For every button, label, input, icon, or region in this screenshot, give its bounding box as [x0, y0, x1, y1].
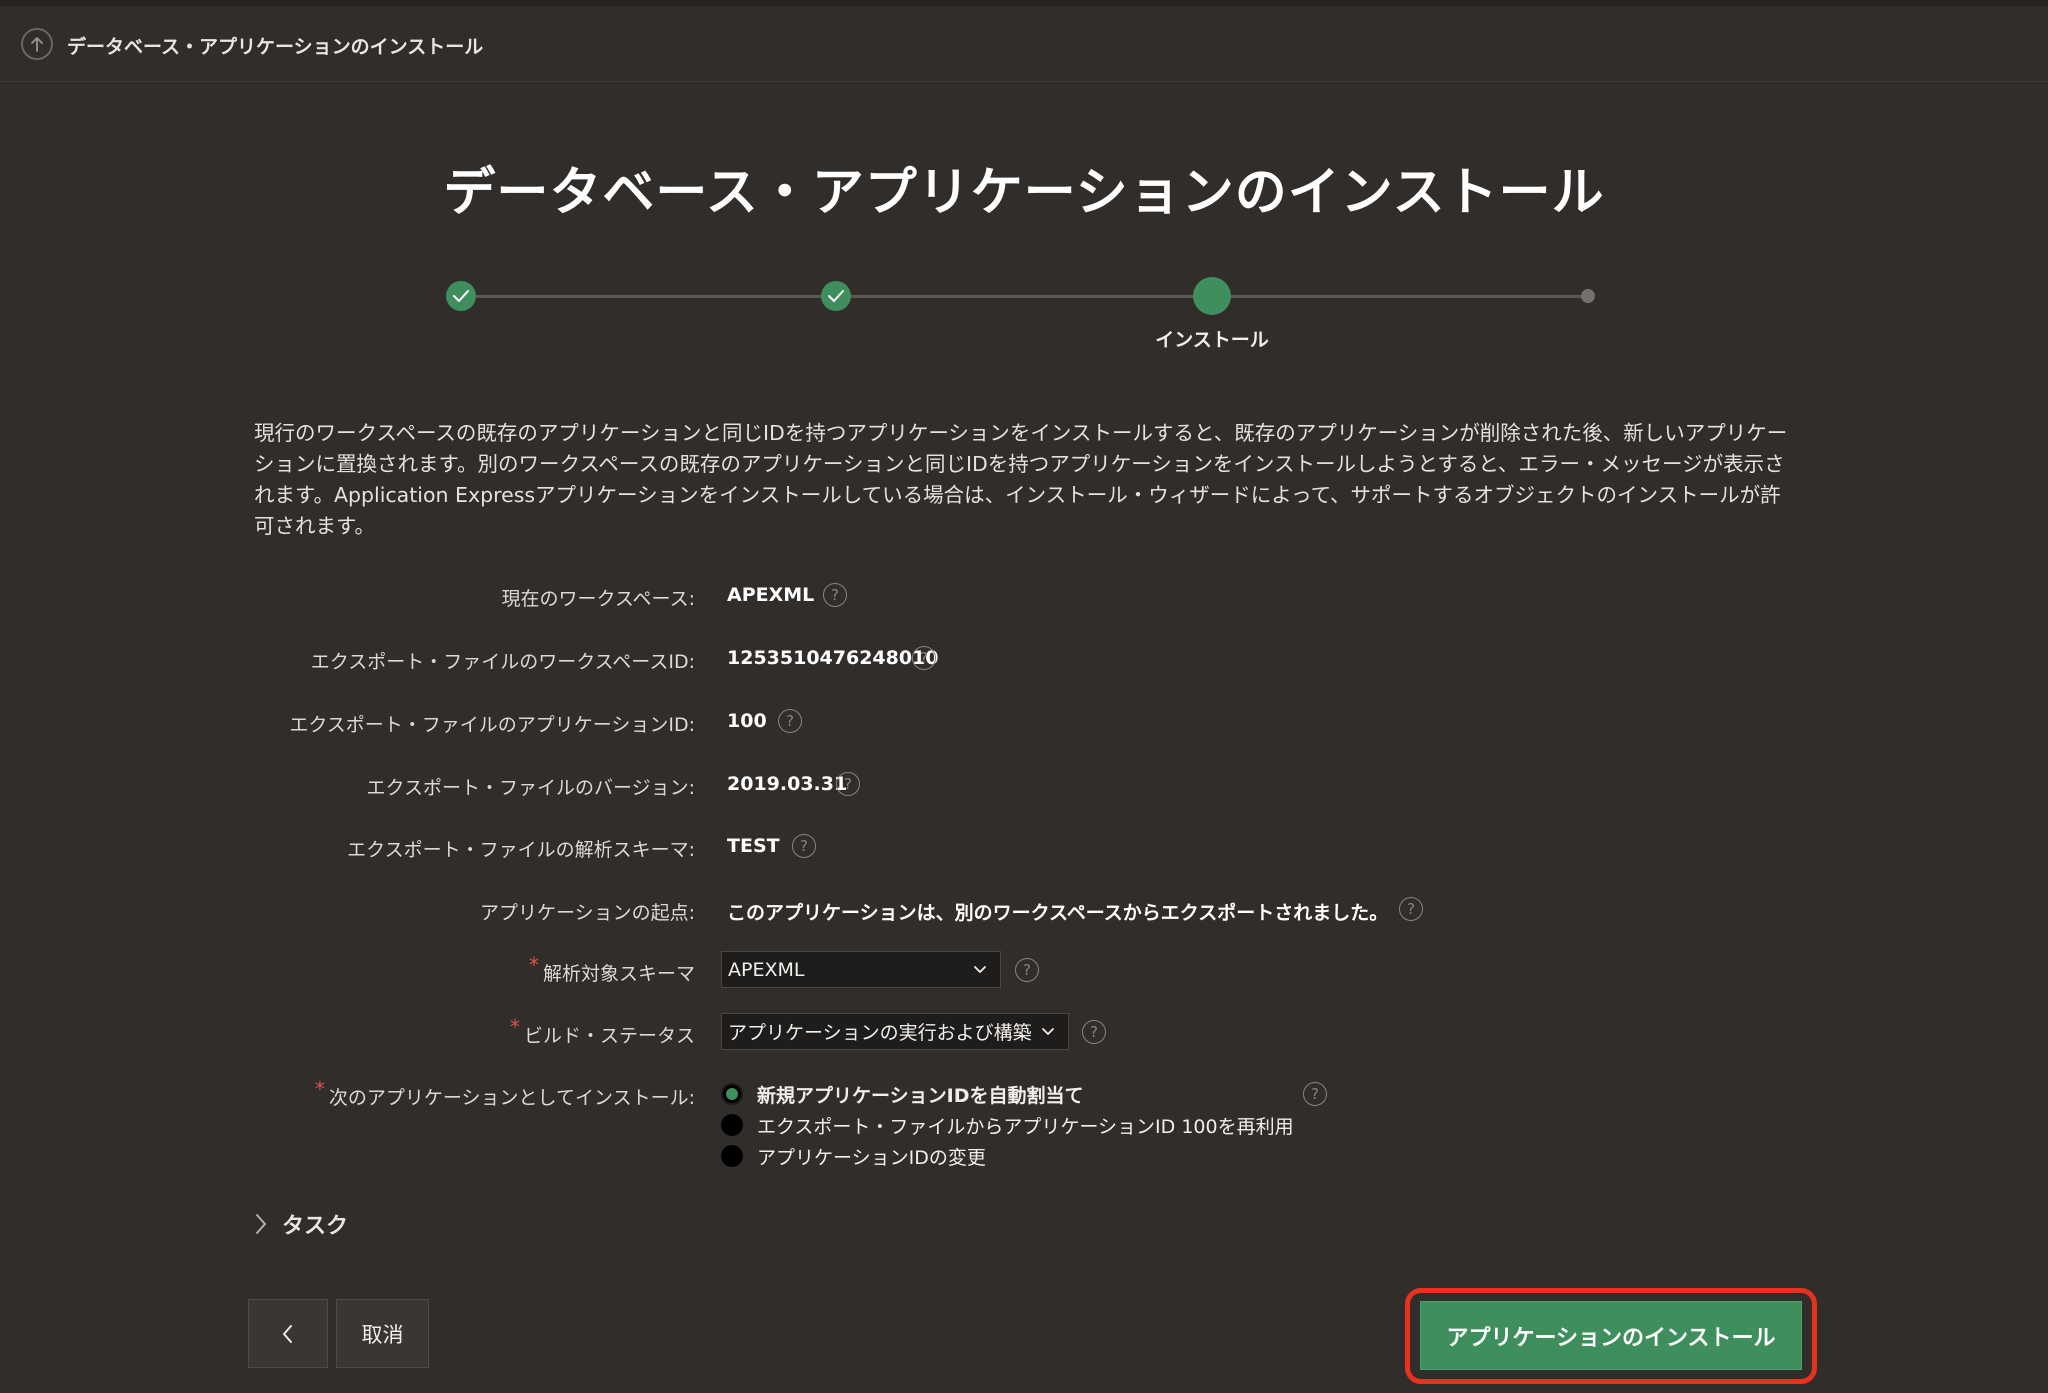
help-icon[interactable]: ? — [1303, 1082, 1327, 1106]
field-label: * 解析対象スキーマ — [528, 953, 695, 985]
wizard-step-1 — [446, 281, 476, 311]
radio-option-reuse-id[interactable]: エクスポート・ファイルからアプリケーションID 100を再利用 — [721, 1110, 1294, 1140]
page-header: データベース・アプリケーションのインストール — [0, 6, 2048, 82]
radio-option-change-id[interactable]: アプリケーションIDの変更 — [721, 1141, 986, 1171]
header-title: データベース・アプリケーションのインストール — [67, 36, 484, 58]
chevron-right-icon — [256, 1214, 266, 1234]
help-icon[interactable]: ? — [1015, 958, 1039, 982]
field-label: 現在のワークスペース: — [501, 588, 695, 610]
field-row-workspace: 現在のワークスペース: APEXML ? — [0, 576, 2048, 616]
cancel-button[interactable]: 取消 — [336, 1299, 429, 1368]
intro-text: 現行のワークスペースの既存のアプリケーションと同じIDを持つアプリケーションをイ… — [254, 421, 1788, 538]
field-value: このアプリケーションは、別のワークスペースからエクスポートされました。 — [727, 902, 1389, 924]
field-value: 100 — [727, 710, 767, 732]
field-label: エクスポート・ファイルの解析スキーマ: — [347, 839, 695, 861]
field-row-export-version: エクスポート・ファイルのバージョン: 2019.03.31 ? — [0, 765, 2048, 805]
radio-button[interactable] — [721, 1145, 743, 1167]
up-button[interactable] — [21, 28, 53, 60]
field-label: エクスポート・ファイルのアプリケーションID: — [289, 714, 695, 736]
wizard-step-4 — [1581, 289, 1595, 303]
field-label: * ビルド・ステータス — [509, 1015, 695, 1047]
field-value: 1253510476248010 — [727, 647, 939, 669]
radio-button[interactable] — [721, 1114, 743, 1136]
field-label: エクスポート・ファイルのワークスペースID: — [310, 651, 695, 673]
help-icon[interactable]: ? — [912, 646, 936, 670]
field-row-export-workspace-id: エクスポート・ファイルのワークスペースID: 1253510476248010 … — [0, 639, 2048, 679]
check-icon — [828, 290, 844, 302]
radio-button[interactable] — [721, 1083, 743, 1105]
radio-label: 新規アプリケーションIDを自動割当て — [757, 1084, 1084, 1107]
wizard-step-current — [1193, 277, 1231, 315]
check-icon — [453, 290, 469, 302]
field-row-origin: アプリケーションの起点: このアプリケーションは、別のワークスペースからエクスポ… — [0, 890, 2048, 930]
install-application-button[interactable]: アプリケーションのインストール — [1420, 1301, 1802, 1370]
wizard-step-label: インストール — [1155, 329, 1269, 351]
radio-option-auto-assign[interactable]: 新規アプリケーションIDを自動割当て — [721, 1079, 1083, 1109]
parse-schema-select[interactable]: APEXML — [721, 951, 1001, 988]
field-label: アプリケーションの起点: — [479, 902, 695, 924]
required-marker: * — [509, 1015, 520, 1039]
arrow-up-icon — [31, 37, 43, 52]
help-icon[interactable]: ? — [823, 583, 847, 607]
field-row-install-as: * 次のアプリケーションとしてインストール: 新規アプリケーションIDを自動割当て… — [0, 1075, 2048, 1175]
tasks-toggle[interactable]: タスク — [254, 1207, 348, 1241]
chevron-down-icon — [1042, 1028, 1054, 1035]
field-row-export-schema: エクスポート・ファイルの解析スキーマ: TEST ? — [0, 827, 2048, 867]
required-marker: * — [314, 1077, 325, 1101]
page-title: データベース・アプリケーションのインストール — [443, 163, 1605, 223]
field-row-export-app-id: エクスポート・ファイルのアプリケーションID: 100 ? — [0, 702, 2048, 742]
tasks-label: タスク — [282, 1214, 349, 1239]
build-status-select[interactable]: アプリケーションの実行および構築 — [721, 1013, 1069, 1050]
field-value: 2019.03.31 — [727, 773, 848, 795]
wizard-progress: インストール — [0, 270, 2048, 360]
field-row-parse-schema: * 解析対象スキーマ APEXML ? — [0, 951, 2048, 991]
required-marker: * — [528, 953, 539, 977]
radio-label: アプリケーションIDの変更 — [757, 1146, 986, 1169]
radio-label: エクスポート・ファイルからアプリケーションID 100を再利用 — [757, 1115, 1294, 1138]
help-icon[interactable]: ? — [792, 834, 816, 858]
field-value: TEST — [727, 835, 780, 857]
back-button[interactable] — [248, 1299, 328, 1368]
field-label: * 次のアプリケーションとしてインストール: — [314, 1077, 695, 1109]
chevron-left-icon — [283, 1324, 292, 1343]
field-label: エクスポート・ファイルのバージョン: — [366, 777, 695, 799]
help-icon[interactable]: ? — [1082, 1020, 1106, 1044]
wizard-track — [460, 295, 1588, 298]
chevron-down-icon — [974, 966, 986, 973]
field-value: APEXML — [727, 584, 815, 606]
field-row-build-status: * ビルド・ステータス アプリケーションの実行および構築 ? — [0, 1013, 2048, 1053]
help-icon[interactable]: ? — [778, 709, 802, 733]
help-icon[interactable]: ? — [1399, 897, 1423, 921]
help-icon[interactable]: ? — [836, 772, 860, 796]
wizard-step-2 — [821, 281, 851, 311]
